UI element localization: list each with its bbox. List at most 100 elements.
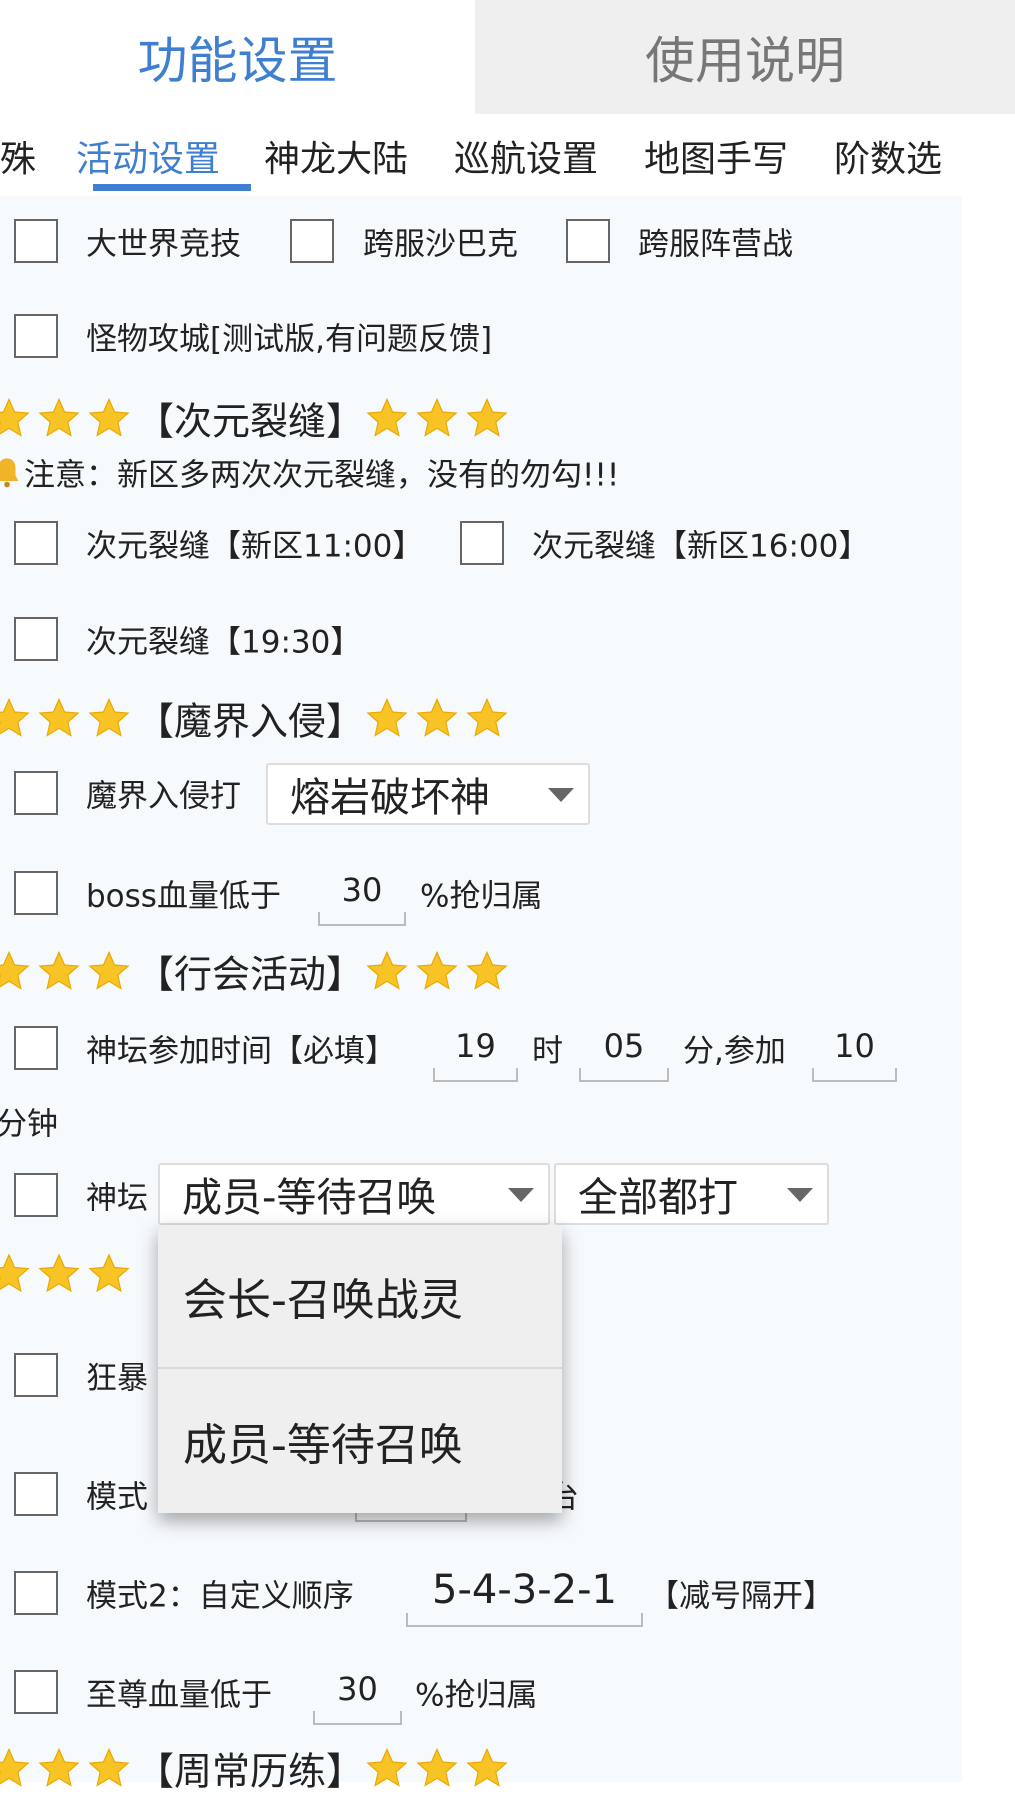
star-icon (364, 695, 410, 741)
weekly-header: 【周常历练】 (0, 1741, 514, 1796)
altar-minute-value[interactable]: 05 (579, 1027, 669, 1065)
tab-function-settings[interactable]: 功能设置 (0, 0, 475, 114)
hour-unit: 时 (532, 1033, 563, 1070)
rift-notice: 注意：新区多两次次元裂缝，没有的勿勾!!! (0, 450, 619, 495)
star-icon (0, 1745, 32, 1791)
altar-role-dropdown: 会长-召唤战灵 成员-等待召唤 (158, 1225, 562, 1513)
dropdown-arrow-icon (787, 1188, 813, 1202)
guild-header-text: 【行会活动】 (136, 952, 365, 997)
star-icon (364, 948, 410, 994)
rift-1100-checkbox[interactable] (14, 521, 58, 565)
demon-header: 【魔界入侵】 (0, 691, 514, 746)
section-header-partial (0, 1251, 136, 1297)
star-icon (364, 395, 410, 441)
demon-boss-select-value: 熔岩破坏神 (290, 775, 490, 821)
star-icon (414, 695, 460, 741)
berserk-checkbox[interactable] (14, 1353, 58, 1397)
altar-duration-input[interactable] (812, 1068, 897, 1082)
active-tab-indicator (93, 184, 251, 191)
altar-role-select[interactable]: 成员-等待召唤 (158, 1163, 550, 1225)
monster-siege-label: 怪物攻城[测试版,有问题反馈] (86, 321, 493, 358)
mode-checkbox[interactable] (14, 1472, 58, 1516)
boss-hp-checkbox[interactable] (14, 871, 58, 915)
rift-header: 【次元裂缝】 (0, 391, 514, 446)
subtab-special[interactable]: 特殊 (0, 130, 36, 182)
rift-1600-checkbox[interactable] (460, 521, 504, 565)
rift-1930-label: 次元裂缝【19:30】 (86, 624, 362, 661)
demon-header-text: 【魔界入侵】 (136, 699, 365, 744)
minute-unit: 分,参加 (683, 1033, 786, 1070)
star-icon (86, 395, 132, 441)
star-icon (86, 1745, 132, 1791)
altar-duration-value[interactable]: 10 (812, 1027, 897, 1065)
star-icon (86, 948, 132, 994)
mode2-value[interactable]: 5-4-3-2-1 (406, 1567, 643, 1613)
mode2-checkbox[interactable] (14, 1571, 58, 1615)
star-icon (36, 695, 82, 741)
star-icon (36, 395, 82, 441)
cross-camp-checkbox[interactable] (566, 219, 610, 263)
boss-hp-label: boss血量低于 (86, 878, 281, 915)
star-icon (414, 395, 460, 441)
supreme-hp-value[interactable]: 30 (313, 1670, 402, 1708)
rift-1600-label: 次元裂缝【新区16:00】 (532, 528, 870, 565)
supreme-hp-checkbox[interactable] (14, 1670, 58, 1714)
star-icon (36, 948, 82, 994)
world-arena-checkbox[interactable] (14, 219, 58, 263)
subtab-cruise-settings[interactable]: 巡航设置 (454, 130, 598, 182)
berserk-label: 狂暴 (86, 1360, 148, 1397)
star-icon (464, 948, 510, 994)
altar-hour-input[interactable] (433, 1068, 518, 1082)
duration-unit: 分钟 (0, 1106, 58, 1143)
rift-1930-checkbox[interactable] (14, 617, 58, 661)
bell-icon (0, 457, 19, 487)
mode2-label: 模式2：自定义顺序 (86, 1578, 354, 1615)
demon-fight-checkbox[interactable] (14, 771, 58, 815)
dropdown-arrow-icon (508, 1188, 534, 1202)
supreme-hp-input[interactable] (313, 1711, 402, 1725)
subtab-tier-select[interactable]: 阶数选 (834, 130, 942, 182)
star-icon (414, 1745, 460, 1791)
altar-time-checkbox[interactable] (14, 1026, 58, 1070)
star-icon (464, 1745, 510, 1791)
star-icon (36, 1745, 82, 1791)
star-icon (36, 1251, 82, 1297)
star-icon (464, 695, 510, 741)
rift-1100-label: 次元裂缝【新区11:00】 (86, 528, 424, 565)
star-icon (414, 948, 460, 994)
dropdown-arrow-icon (548, 788, 574, 802)
altar-minute-input[interactable] (579, 1068, 669, 1082)
mode-label: 模式 (86, 1479, 148, 1516)
altar-checkbox[interactable] (14, 1173, 58, 1217)
star-icon (464, 395, 510, 441)
weekly-header-text: 【周常历练】 (136, 1749, 365, 1794)
subtab-dragon-continent[interactable]: 神龙大陆 (264, 130, 408, 182)
altar-hour-value[interactable]: 19 (433, 1027, 518, 1065)
cross-sabak-label: 跨服沙巴克 (363, 226, 518, 263)
altar-target-select-value: 全部都打 (578, 1175, 738, 1221)
dropdown-option-member[interactable]: 成员-等待召唤 (158, 1369, 562, 1513)
rift-notice-text: 注意：新区多两次次元裂缝，没有的勿勾!!! (24, 457, 620, 494)
star-icon (0, 695, 32, 741)
monster-siege-checkbox[interactable] (14, 314, 58, 358)
cross-sabak-checkbox[interactable] (290, 219, 334, 263)
supreme-hp-label: 至尊血量低于 (86, 1677, 272, 1714)
tab-instructions[interactable]: 使用说明 (475, 0, 1015, 114)
supreme-hp-suffix: %抢归属 (415, 1677, 538, 1714)
dropdown-option-leader[interactable]: 会长-召唤战灵 (158, 1225, 562, 1369)
subtab-activity-settings[interactable]: 活动设置 (76, 130, 220, 182)
demon-fight-label: 魔界入侵打 (86, 778, 241, 815)
boss-hp-suffix: %抢归属 (420, 878, 543, 915)
star-icon (86, 695, 132, 741)
altar-role-select-value: 成员-等待召唤 (182, 1175, 437, 1221)
altar-time-label: 神坛参加时间【必填】 (86, 1033, 396, 1070)
boss-hp-value[interactable]: 30 (318, 871, 406, 909)
star-icon (86, 1251, 132, 1297)
demon-boss-select[interactable]: 熔岩破坏神 (266, 763, 590, 825)
star-icon (0, 1251, 32, 1297)
boss-hp-input[interactable] (318, 912, 406, 926)
mode2-input[interactable] (406, 1613, 643, 1627)
subtab-map-handwrite[interactable]: 地图手写 (644, 130, 788, 182)
star-icon (0, 948, 32, 994)
altar-target-select[interactable]: 全部都打 (554, 1163, 829, 1225)
